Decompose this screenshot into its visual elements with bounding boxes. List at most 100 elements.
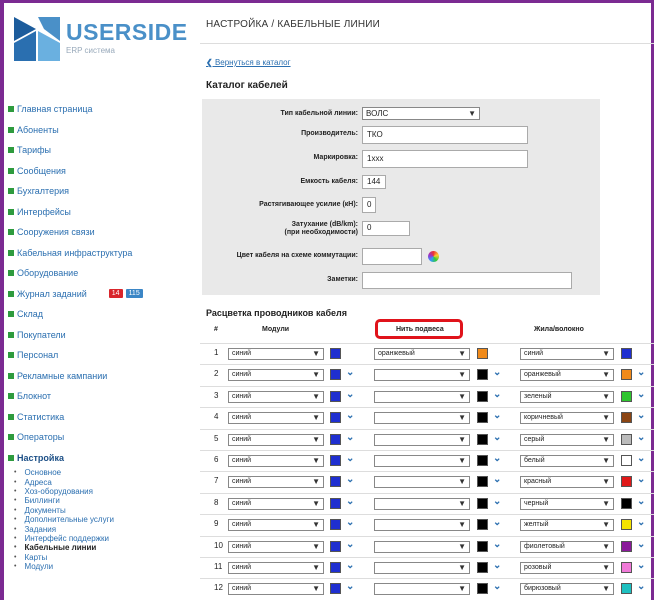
submenu-item[interactable]: Задания	[24, 524, 194, 534]
submenu-item[interactable]: Кабельные линии	[24, 543, 194, 552]
copy-down-chevron-icon[interactable]: ⌄	[493, 560, 501, 571]
copy-down-chevron-icon[interactable]: ⌄	[637, 496, 645, 507]
sidebar-item[interactable]: Статистика	[4, 407, 194, 428]
sidebar-item[interactable]: Главная страница	[4, 99, 194, 120]
copy-down-chevron-icon[interactable]: ⌄	[346, 581, 354, 592]
copy-down-chevron-icon[interactable]: ⌄	[637, 517, 645, 528]
thread-color-select[interactable]: ▼	[374, 583, 470, 596]
logo[interactable]: USERSIDE ERP система	[14, 13, 187, 63]
copy-down-chevron-icon[interactable]: ⌄	[637, 581, 645, 592]
capacity-input[interactable]: 144	[362, 175, 386, 189]
module-color-select[interactable]: синий ▼	[228, 476, 324, 489]
copy-down-chevron-icon[interactable]: ⌄	[346, 496, 354, 507]
sidebar-item[interactable]: Сообщения	[4, 161, 194, 182]
thread-color-select[interactable]: оранжевый ▼	[374, 348, 470, 360]
submenu-item[interactable]: Адреса	[24, 477, 194, 487]
sidebar-item[interactable]: Настройка	[4, 448, 194, 469]
module-color-select[interactable]: синий ▼	[228, 583, 324, 596]
module-color-select[interactable]: синий ▼	[228, 348, 324, 360]
module-color-select[interactable]: синий ▼	[228, 562, 324, 574]
cable-type-select[interactable]: ВОЛС ▼	[362, 107, 480, 120]
copy-down-chevron-icon[interactable]: ⌄	[637, 474, 645, 485]
sidebar-item[interactable]: Тарифы	[4, 140, 194, 161]
copy-down-chevron-icon[interactable]: ⌄	[493, 496, 501, 507]
copy-down-chevron-icon[interactable]: ⌄	[346, 389, 354, 400]
core-color-select[interactable]: синий ▼	[520, 348, 614, 360]
copy-down-chevron-icon[interactable]: ⌄	[637, 560, 645, 571]
submenu-item[interactable]: Интерфейс поддержки	[24, 534, 194, 543]
copy-down-chevron-icon[interactable]: ⌄	[346, 560, 354, 571]
copy-down-chevron-icon[interactable]: ⌄	[637, 539, 645, 550]
copy-down-chevron-icon[interactable]: ⌄	[637, 432, 645, 443]
core-color-select[interactable]: белый ▼	[520, 455, 614, 467]
copy-down-chevron-icon[interactable]: ⌄	[346, 453, 354, 464]
copy-down-chevron-icon[interactable]: ⌄	[637, 453, 645, 464]
thread-color-select[interactable]: ▼	[374, 476, 470, 489]
copy-down-chevron-icon[interactable]: ⌄	[493, 474, 501, 485]
submenu-item[interactable]: Карты	[24, 553, 194, 562]
copy-down-chevron-icon[interactable]: ⌄	[346, 474, 354, 485]
core-color-select[interactable]: оранжевый ▼	[520, 369, 614, 382]
manufacturer-input[interactable]: ТКО	[362, 126, 528, 144]
tension-input[interactable]: 0	[362, 197, 376, 213]
thread-color-select[interactable]: ▼	[374, 390, 470, 403]
thread-color-select[interactable]: ▼	[374, 455, 470, 467]
copy-down-chevron-icon[interactable]: ⌄	[346, 432, 354, 443]
submenu-item[interactable]: Хоз-оборудования	[24, 487, 194, 496]
sidebar-item[interactable]: Журнал заданий 14 115	[4, 284, 194, 305]
core-color-select[interactable]: черный ▼	[520, 497, 614, 510]
sidebar-item[interactable]: Рекламные кампании	[4, 366, 194, 387]
thread-color-select[interactable]: ▼	[374, 497, 470, 510]
color-picker-icon[interactable]	[428, 251, 439, 262]
sidebar-item[interactable]: Покупатели	[4, 325, 194, 346]
copy-down-chevron-icon[interactable]: ⌄	[346, 410, 354, 421]
core-color-select[interactable]: зеленый ▼	[520, 390, 614, 403]
core-color-select[interactable]: серый ▼	[520, 433, 614, 446]
copy-down-chevron-icon[interactable]: ⌄	[346, 517, 354, 528]
core-color-select[interactable]: бирюзовый ▼	[520, 583, 614, 596]
copy-down-chevron-icon[interactable]: ⌄	[493, 367, 501, 378]
copy-down-chevron-icon[interactable]: ⌄	[346, 367, 354, 378]
module-color-select[interactable]: синий ▼	[228, 455, 324, 467]
sidebar-item[interactable]: Сооружения связи	[4, 222, 194, 243]
submenu-item[interactable]: Документы	[24, 506, 194, 515]
thread-color-select[interactable]: ▼	[374, 412, 470, 425]
copy-down-chevron-icon[interactable]: ⌄	[637, 367, 645, 378]
sidebar-item[interactable]: Операторы	[4, 427, 194, 448]
module-color-select[interactable]: синий ▼	[228, 497, 324, 510]
copy-down-chevron-icon[interactable]: ⌄	[493, 581, 501, 592]
sidebar-item[interactable]: Блокнот	[4, 386, 194, 407]
sidebar-item[interactable]: Склад	[4, 304, 194, 325]
copy-down-chevron-icon[interactable]: ⌄	[637, 389, 645, 400]
module-color-select[interactable]: синий ▼	[228, 390, 324, 403]
copy-down-chevron-icon[interactable]: ⌄	[493, 389, 501, 400]
sidebar-item[interactable]: Оборудование	[4, 263, 194, 284]
module-color-select[interactable]: синий ▼	[228, 433, 324, 446]
sidebar-item[interactable]: Бухгалтерия	[4, 181, 194, 202]
submenu-item[interactable]: Модули	[24, 562, 194, 571]
submenu-item[interactable]: Биллинги	[24, 496, 194, 505]
thread-color-select[interactable]: ▼	[374, 369, 470, 382]
sidebar-item[interactable]: Интерфейсы	[4, 202, 194, 223]
copy-down-chevron-icon[interactable]: ⌄	[637, 410, 645, 421]
module-color-select[interactable]: синий ▼	[228, 369, 324, 382]
color-input[interactable]	[362, 248, 422, 265]
thread-color-select[interactable]: ▼	[374, 433, 470, 446]
submenu-item[interactable]: Дополнительные услуги	[24, 515, 194, 524]
module-color-select[interactable]: синий ▼	[228, 540, 324, 553]
task-count-badge[interactable]: 14	[108, 289, 123, 299]
task-count-badge[interactable]: 115	[125, 289, 143, 299]
copy-down-chevron-icon[interactable]: ⌄	[493, 453, 501, 464]
core-color-select[interactable]: фиолетовый ▼	[520, 540, 614, 553]
sidebar-item[interactable]: Абоненты	[4, 120, 194, 141]
attenuation-input[interactable]: 0	[362, 221, 410, 236]
submenu-item[interactable]: Основное	[24, 468, 194, 477]
thread-color-select[interactable]: ▼	[374, 540, 470, 553]
sidebar-item[interactable]: Персонал	[4, 345, 194, 366]
core-color-select[interactable]: коричневый ▼	[520, 412, 614, 425]
sidebar-item[interactable]: Кабельная инфраструктура	[4, 243, 194, 264]
core-color-select[interactable]: желтый ▼	[520, 519, 614, 532]
copy-down-chevron-icon[interactable]: ⌄	[493, 517, 501, 528]
marking-input[interactable]: 1ххх	[362, 150, 528, 168]
copy-down-chevron-icon[interactable]: ⌄	[493, 432, 501, 443]
